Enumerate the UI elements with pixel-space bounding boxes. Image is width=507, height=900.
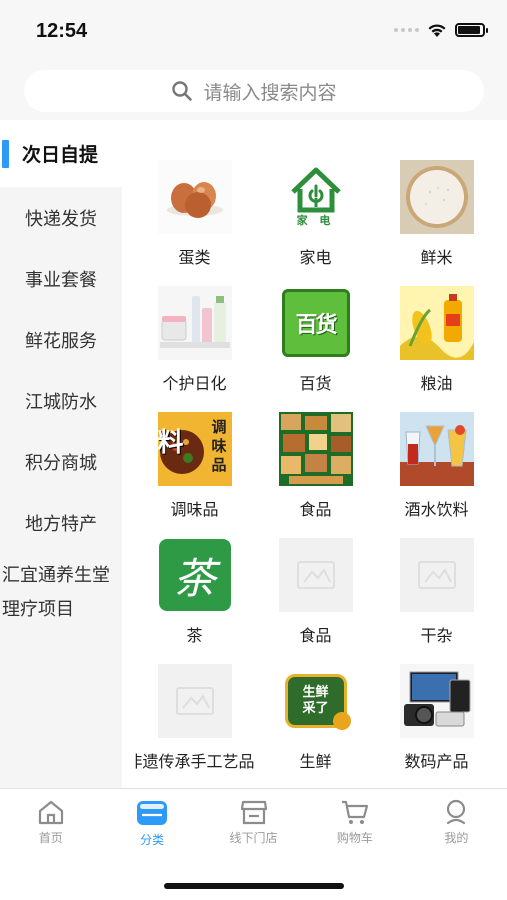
placeholder-image — [157, 664, 232, 738]
department-store-icon: 百货 — [278, 286, 353, 360]
rice-image — [399, 160, 474, 234]
sidebar-item-label: 事业套餐 — [25, 269, 97, 291]
category-item-food[interactable]: 食品 — [255, 412, 376, 538]
department-store-sub-label: 百货 — [295, 312, 337, 338]
tab-label: 我的 — [444, 831, 469, 845]
search-icon — [172, 81, 193, 101]
fresh-produce-icon: 生鲜采了 — [278, 664, 353, 738]
search-placeholder: 请输入搜索内容 — [203, 81, 337, 104]
appliance-house-icon: 家 电 — [278, 160, 353, 234]
cart-icon — [341, 800, 369, 824]
sidebar-item-local-specialty[interactable]: 地方特产 — [0, 492, 122, 553]
home-icon — [38, 800, 63, 825]
tab-cart[interactable]: 购物车 — [304, 789, 405, 851]
placeholder-image — [399, 538, 474, 612]
grain-oil-image — [399, 286, 474, 360]
home-indicator — [164, 883, 344, 889]
fresh-sub-label: 生鲜采了 — [302, 685, 329, 716]
category-item-rice[interactable]: 鲜米 — [376, 160, 497, 286]
category-item-handicrafts[interactable]: 非遗传承手工艺品 — [134, 664, 255, 788]
tea-icon: 茶 — [157, 538, 232, 612]
category-item-drinks[interactable]: 酒水饮料 — [376, 412, 497, 538]
seasoning-big-label: 料 — [157, 428, 184, 458]
tab-label: 购物车 — [336, 831, 373, 845]
category-item-food-2[interactable]: 食品 — [255, 538, 376, 664]
category-sidebar: 次日自提 快递发货 事业套餐 鲜花服务 江城防水 积分商城 地方特产 汇宜通养生… — [0, 120, 122, 788]
category-item-fresh[interactable]: 生鲜采了 生鲜 — [255, 664, 376, 788]
search-input[interactable]: 请输入搜索内容 — [24, 70, 484, 112]
category-label: 非遗传承手工艺品 — [134, 752, 255, 771]
electronics-image — [399, 664, 474, 738]
category-item-grain-oil[interactable]: 粮油 — [376, 286, 497, 412]
tea-sub-label: 茶 — [173, 553, 216, 603]
category-item-personal-care[interactable]: 个护日化 — [134, 286, 255, 412]
seasoning-side-label: 调味品 — [211, 418, 227, 474]
cosmetics-image — [157, 286, 232, 360]
category-label: 个护日化 — [162, 374, 227, 393]
category-item-dry-goods[interactable]: 干杂 — [376, 538, 497, 664]
tab-label: 分类 — [140, 833, 165, 847]
category-label: 数码产品 — [404, 752, 469, 771]
placeholder-image — [278, 538, 353, 612]
sidebar-item-express-delivery[interactable]: 快递发货 — [0, 187, 122, 248]
bottom-tab-bar: 首页 分类 线下门店 购物车 我的 — [0, 788, 507, 900]
wifi-icon — [428, 24, 446, 37]
category-icon — [137, 801, 168, 825]
store-icon — [240, 800, 267, 825]
category-item-tea[interactable]: 茶 茶 — [134, 538, 255, 664]
category-label: 蛋类 — [178, 248, 211, 267]
tab-category[interactable]: 分类 — [101, 789, 202, 851]
category-label: 调味品 — [170, 500, 219, 519]
status-bar: 12:54 — [0, 0, 507, 62]
seasoning-image: 料 调味品 — [157, 412, 232, 486]
sidebar-item-label: 积分商城 — [25, 452, 97, 474]
sidebar-item-business-package[interactable]: 事业套餐 — [0, 248, 122, 309]
sidebar-item-waterproofing[interactable]: 江城防水 — [0, 370, 122, 431]
food-collage-image — [278, 412, 353, 486]
sidebar-item-flower-service[interactable]: 鲜花服务 — [0, 309, 122, 370]
category-label: 食品 — [299, 626, 332, 645]
category-label: 酒水饮料 — [404, 500, 469, 519]
category-label: 鲜米 — [420, 248, 453, 267]
sidebar-item-label: 地方特产 — [25, 513, 97, 535]
category-content: 蛋类 家 电 家电 鲜米 个护日化 百货 百货 粮油 料 调味品 调味品 食品 … — [122, 120, 507, 788]
tab-home[interactable]: 首页 — [0, 789, 101, 851]
sidebar-item-label: 快递发货 — [25, 208, 97, 230]
drinks-image — [399, 412, 474, 486]
category-label: 家电 — [299, 248, 332, 267]
tab-profile[interactable]: 我的 — [406, 789, 507, 851]
status-time: 12:54 — [36, 20, 88, 42]
category-item-eggs[interactable]: 蛋类 — [134, 160, 255, 286]
category-item-seasoning[interactable]: 料 调味品 调味品 — [134, 412, 255, 538]
category-label: 生鲜 — [299, 752, 332, 771]
tab-offline-store[interactable]: 线下门店 — [203, 789, 304, 851]
sidebar-item-label: 鲜花服务 — [25, 330, 97, 352]
category-item-electronics[interactable]: 数码产品 — [376, 664, 497, 788]
status-icons — [394, 22, 488, 38]
sidebar-item-wellness-therapy[interactable]: 汇宜通养生堂 理疗项目 — [0, 553, 122, 633]
category-label: 粮油 — [420, 374, 453, 393]
category-label: 百货 — [299, 374, 332, 393]
appliance-sub-label: 家 电 — [296, 214, 335, 227]
category-item-appliances[interactable]: 家 电 家电 — [255, 160, 376, 286]
search-area: 请输入搜索内容 — [0, 62, 507, 120]
sidebar-item-label-line2: 理疗项目 — [2, 599, 74, 620]
category-label: 干杂 — [420, 626, 453, 645]
battery-icon — [455, 23, 488, 37]
sidebar-item-points-mall[interactable]: 积分商城 — [0, 431, 122, 492]
eggs-image — [157, 160, 232, 234]
category-grid: 蛋类 家 电 家电 鲜米 个护日化 百货 百货 粮油 料 调味品 调味品 食品 … — [134, 160, 504, 788]
sidebar-item-label: 江城防水 — [25, 391, 97, 413]
profile-icon — [447, 799, 466, 825]
active-indicator — [2, 140, 9, 168]
category-label: 食品 — [299, 500, 332, 519]
signal-dots-icon — [394, 28, 419, 32]
category-item-department-store[interactable]: 百货 百货 — [255, 286, 376, 412]
tab-label: 首页 — [38, 831, 63, 845]
category-label: 茶 — [186, 626, 203, 645]
tab-label: 线下门店 — [229, 831, 278, 845]
sidebar-item-next-day-pickup[interactable]: 次日自提 — [0, 120, 122, 187]
sidebar-item-label-line1: 汇宜通养生堂 — [2, 565, 110, 586]
sidebar-item-label: 次日自提 — [22, 144, 99, 166]
